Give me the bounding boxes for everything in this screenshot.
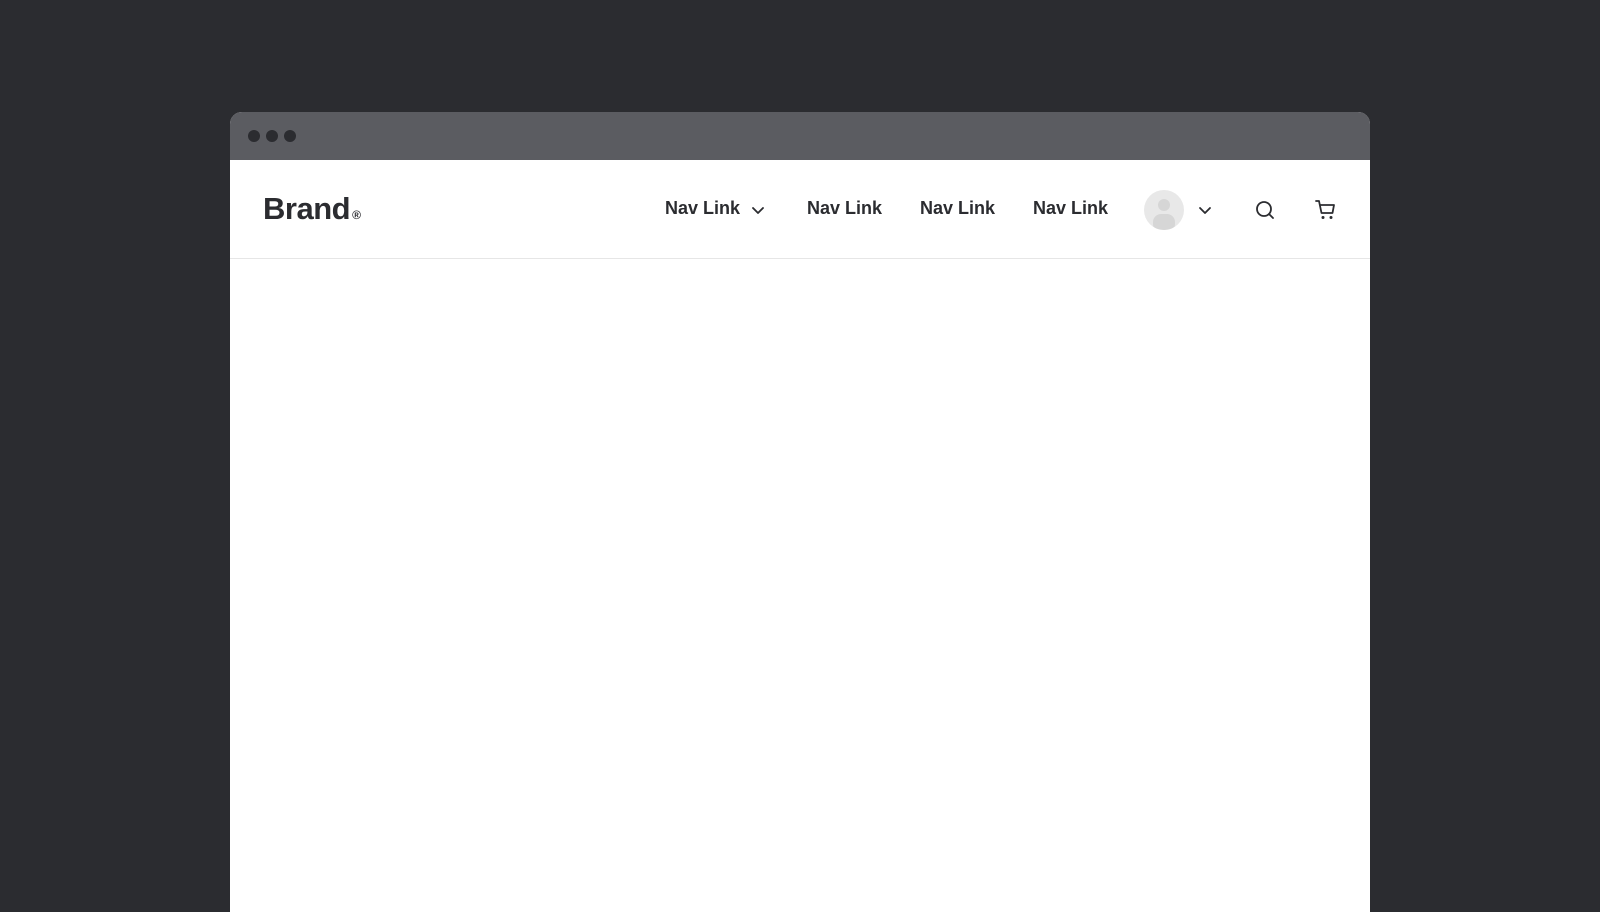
brand-name: Brand	[263, 191, 350, 226]
search-icon[interactable]	[1254, 199, 1276, 221]
nav-link-4[interactable]: Nav Link	[1033, 198, 1108, 219]
user-icon	[1144, 190, 1184, 230]
registered-mark: ®	[352, 208, 360, 222]
brand-logo[interactable]: Brand®	[263, 191, 360, 227]
title-bar	[230, 112, 1370, 160]
cart-icon[interactable]	[1314, 198, 1338, 222]
window-dot	[248, 130, 260, 142]
browser-window: Brand® Nav Link Nav Link Nav Link Nav Li…	[230, 112, 1370, 912]
avatar[interactable]	[1144, 190, 1184, 230]
window-dot	[266, 130, 278, 142]
window-dot	[284, 130, 296, 142]
chevron-down-icon[interactable]	[750, 202, 766, 218]
site-header: Brand® Nav Link Nav Link Nav Link Nav Li…	[230, 160, 1370, 259]
nav-link-dropdown[interactable]: Nav Link	[665, 198, 740, 219]
nav-link-3[interactable]: Nav Link	[920, 198, 995, 219]
nav-link-2[interactable]: Nav Link	[807, 198, 882, 219]
chevron-down-icon[interactable]	[1197, 202, 1213, 218]
